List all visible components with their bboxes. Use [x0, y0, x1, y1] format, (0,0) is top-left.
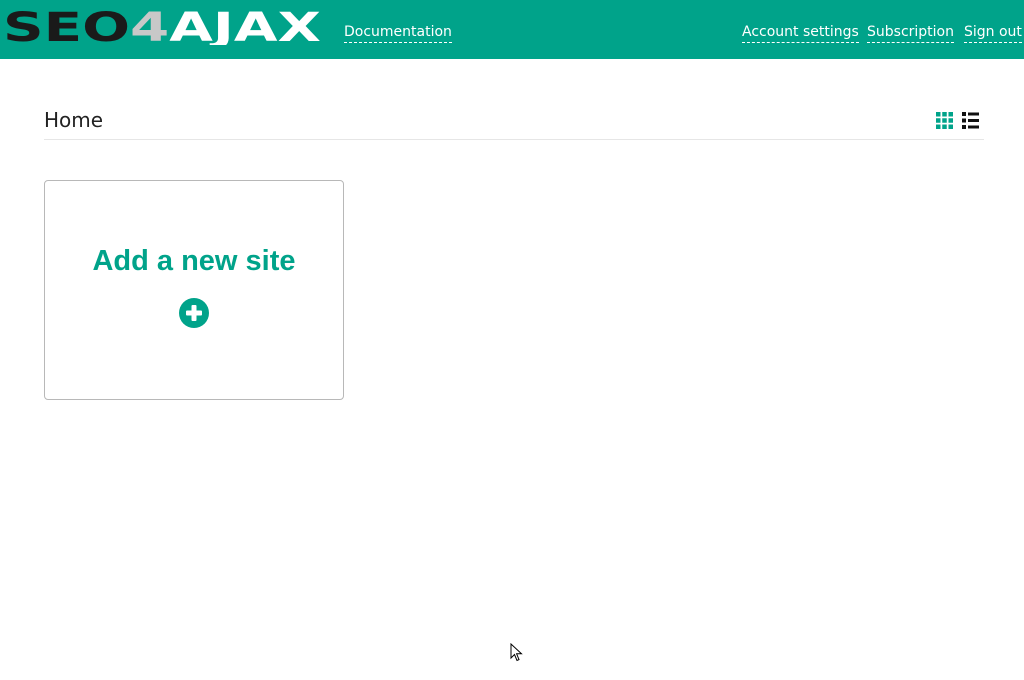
- seo4ajax-logo[interactable]: SEO 4 AJAX: [3, 5, 325, 45]
- documentation-link[interactable]: Documentation: [344, 24, 452, 43]
- grid-view-toggle[interactable]: [936, 112, 953, 129]
- add-new-site-card[interactable]: Add a new site: [44, 180, 344, 400]
- add-new-site-label: Add a new site: [92, 245, 296, 277]
- list-view-icon: [962, 112, 979, 129]
- page-title: Home: [44, 108, 104, 132]
- mouse-cursor-icon: [510, 643, 523, 662]
- grid-view-icon: [936, 112, 953, 129]
- top-navbar: SEO 4 AJAX Documentation Account settings …: [0, 0, 1024, 59]
- sign-out-link[interactable]: Sign out: [964, 24, 1022, 43]
- account-settings-link[interactable]: Account settings: [742, 24, 859, 43]
- logo-text: SEO 4 AJAX: [3, 5, 321, 45]
- title-divider: [44, 139, 984, 140]
- subscription-link[interactable]: Subscription: [867, 24, 954, 43]
- plus-circle-icon: [179, 298, 209, 328]
- list-view-toggle[interactable]: [962, 112, 979, 129]
